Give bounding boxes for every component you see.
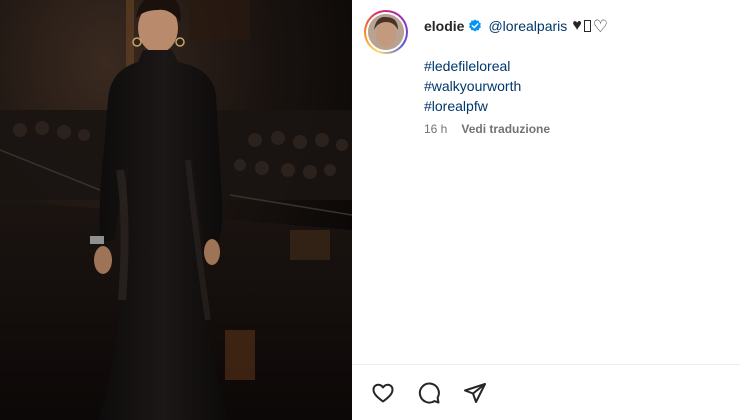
caption-header: elodie @lorealparis ♥ ♡ (424, 16, 608, 36)
heart-outline-icon (371, 381, 395, 410)
avatar-image (368, 14, 404, 50)
hashtag-link[interactable]: #walkyourworth (424, 76, 521, 96)
mention-link[interactable]: @lorealparis (488, 18, 567, 34)
share-button[interactable] (462, 382, 488, 408)
missing-glyph-emoji (583, 20, 591, 32)
paper-plane-icon (463, 381, 487, 410)
divider (352, 364, 740, 365)
verified-badge-icon (468, 19, 482, 33)
hashtag-link[interactable]: #ledefileloreal (424, 56, 521, 76)
post-photo[interactable] (0, 0, 352, 420)
comment-button[interactable] (416, 382, 442, 408)
post-actions (370, 382, 488, 408)
black-heart-emoji: ♥ (572, 17, 582, 34)
comment-bubble-icon (417, 381, 441, 410)
avatar[interactable] (364, 10, 408, 54)
translate-button[interactable]: Vedi traduzione (461, 122, 550, 136)
username-link[interactable]: elodie (424, 18, 464, 34)
white-heart-emoji: ♡ (592, 16, 609, 36)
hashtag-list: #ledefileloreal #walkyourworth #lorealpf… (424, 56, 521, 116)
post-timestamp[interactable]: 16 h (424, 122, 447, 136)
hashtag-link[interactable]: #lorealpfw (424, 96, 521, 116)
like-button[interactable] (370, 382, 396, 408)
caption-emojis: ♥ ♡ (572, 18, 608, 35)
post-details-panel: elodie @lorealparis ♥ ♡ #ledefileloreal … (352, 0, 740, 420)
runway-photo (0, 0, 352, 420)
caption-meta: 16 h Vedi traduzione (424, 122, 550, 136)
